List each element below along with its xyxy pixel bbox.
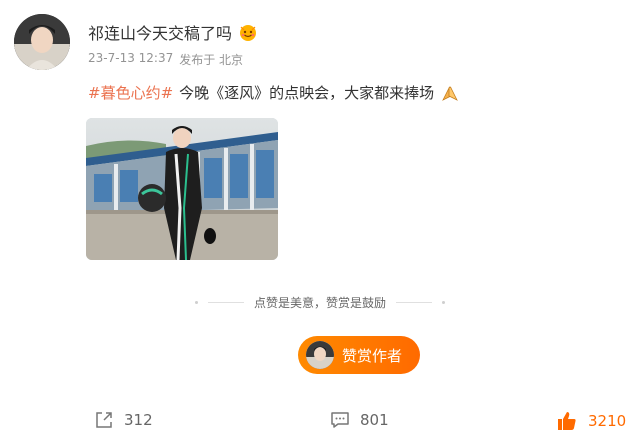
reward-button-label: 赞赏作者 [342, 346, 403, 365]
divider-line-right [396, 302, 432, 303]
hashtag-link[interactable]: #暮色心约# [88, 82, 173, 103]
thumbs-up-icon [556, 410, 578, 432]
repost-count: 312 [124, 411, 153, 429]
reward-avatar [306, 341, 334, 369]
post-date[interactable]: 23-7-13 12:37 [88, 51, 173, 68]
divider-dot-left [194, 301, 198, 304]
divider-line-left [207, 302, 244, 303]
post-location: 发布于 北京 [179, 53, 244, 67]
smiling-face-sticker-icon [238, 22, 258, 42]
comment-icon [330, 410, 350, 430]
post-text: #暮色心约# 今晚《逐风》的点映会，大家都来捧场 [88, 82, 460, 103]
like-button[interactable]: 3210 [556, 410, 626, 432]
reward-divider-text: 点赞是美意，赞赏是鼓励 [253, 296, 386, 310]
like-count: 3210 [588, 412, 627, 430]
praying-hands-icon [440, 84, 460, 102]
reward-divider: 点赞是美意，赞赏是鼓励 [0, 294, 640, 311]
comment-count: 801 [360, 411, 389, 429]
author-name-row: 祁连山今天交稿了吗 [88, 20, 258, 44]
author-avatar[interactable] [14, 14, 70, 70]
post-action-bar: 312 801 3210 [0, 404, 640, 440]
comment-button[interactable]: 801 [330, 410, 389, 430]
author-name[interactable]: 祁连山今天交稿了吗 [88, 20, 232, 44]
repost-icon [94, 410, 114, 430]
reward-author-button[interactable]: 赞赏作者 [298, 336, 420, 374]
repost-button[interactable]: 312 [94, 410, 153, 430]
post-body: 今晚《逐风》的点映会，大家都来捧场 [179, 84, 435, 102]
post-photo[interactable] [86, 118, 278, 260]
post-meta: 23-7-13 12:37 发布于 北京 [88, 51, 243, 68]
divider-dot-right [442, 301, 445, 304]
